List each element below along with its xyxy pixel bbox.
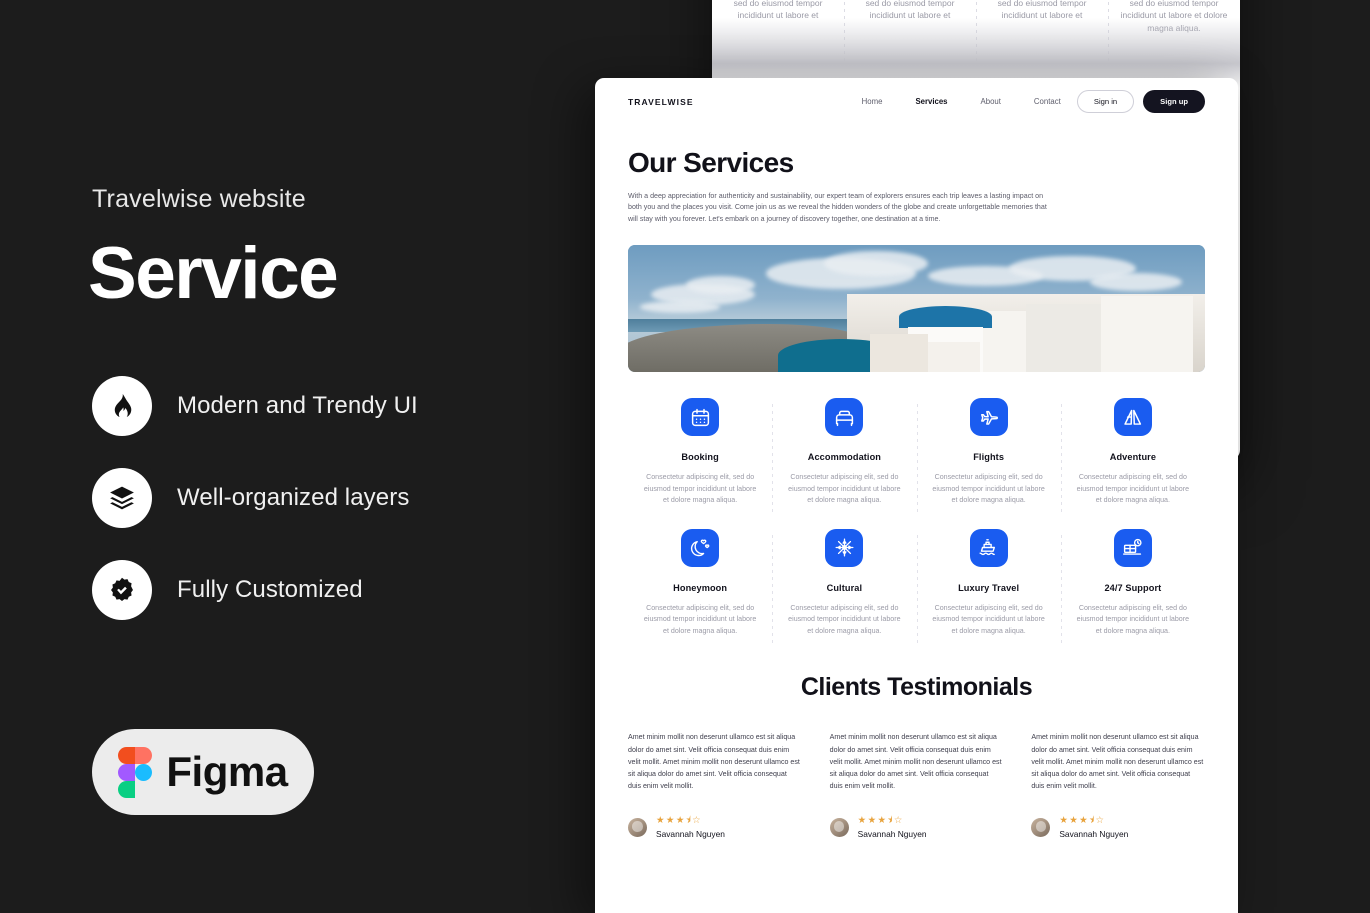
sign-in-button[interactable]: Sign in	[1076, 90, 1135, 113]
testimonial-card: Amet minim mollit non deserunt ullamco e…	[829, 731, 1004, 839]
figma-label: Figma	[166, 748, 288, 795]
testimonial-name: Savannah Nguyen	[1059, 828, 1129, 839]
hero-section: Our Services With a deep appreciation fo…	[595, 125, 1238, 225]
service-card-booking[interactable]: Booking Consectetur adipiscing elit, sed…	[628, 398, 772, 506]
hero-image	[628, 245, 1205, 373]
testimonial-rating: ★★★⯨☆ Savannah Nguyen	[829, 815, 1004, 839]
figma-logo-icon	[118, 747, 153, 798]
testimonials-title: Clients Testimonials	[800, 673, 1033, 702]
nav-item-contact[interactable]: Contact	[1034, 97, 1061, 106]
tent-icon	[1113, 398, 1152, 437]
service-title: Booking	[681, 452, 719, 463]
bed-icon	[825, 398, 864, 437]
nav-item-services[interactable]: Services	[915, 97, 947, 106]
flame-icon	[92, 376, 152, 436]
service-title: 24/7 Support	[1104, 582, 1162, 593]
layers-icon	[92, 468, 152, 528]
service-body: Consectetur adipiscing elit, sed do eius…	[788, 473, 901, 505]
testimonial-rating: ★★★⯨☆ Savannah Nguyen	[1031, 815, 1205, 839]
page-title: Our Services	[628, 147, 794, 178]
service-body: Consectetur adipiscing elit, sed do eius…	[788, 603, 901, 635]
testimonial-body: Amet minim mollit non deserunt ullamco e…	[1031, 733, 1204, 791]
testimonial-body: Amet minim mollit non deserunt ullamco e…	[829, 733, 1002, 791]
testimonial-card: Amet minim mollit non deserunt ullamco e…	[1031, 731, 1205, 839]
service-card-support[interactable]: 24/7 Support Consectetur adipiscing elit…	[1060, 528, 1205, 646]
star-rating: ★★★⯨☆	[1059, 815, 1106, 827]
service-card-honeymoon[interactable]: Honeymoon Consectetur adipiscing elit, s…	[628, 528, 772, 637]
testimonial-body: Amet minim mollit non deserunt ullamco e…	[628, 733, 800, 791]
service-title: Cultural	[826, 582, 863, 593]
moon-hearts-icon	[681, 528, 720, 567]
site-navbar: TRAVELWISE Home Services About Contact S…	[595, 78, 1238, 125]
service-body: Consectetur adipiscing elit, sed do eius…	[932, 473, 1045, 505]
nav-item-about[interactable]: About	[981, 97, 1001, 106]
nav-links: Home Services About Contact	[862, 97, 1061, 106]
feature-item-customized: Fully Customized	[92, 560, 363, 620]
cruise-ship-icon	[969, 528, 1008, 567]
brand-logo[interactable]: TRAVELWISE	[628, 97, 694, 107]
feature-item-layers: Well-organized layers	[92, 468, 409, 528]
service-card-adventure[interactable]: Adventure Consectetur adipiscing elit, s…	[1060, 398, 1205, 516]
support-box-icon	[1113, 528, 1152, 567]
star-rating: ★★★⯨☆	[656, 815, 703, 827]
service-body: Consectetur adipiscing elit, sed do eius…	[643, 473, 757, 505]
figma-badge: Figma	[92, 729, 314, 815]
avatar	[1031, 818, 1051, 838]
avatar	[628, 818, 647, 838]
services-row-1: Booking Consectetur adipiscing elit, sed…	[628, 398, 1205, 516]
testimonial-name: Savannah Nguyen	[857, 828, 927, 839]
airplane-icon	[969, 398, 1008, 437]
promo-title: Service	[88, 233, 339, 314]
nav-item-home[interactable]: Home	[862, 97, 883, 106]
service-title: Accommodation	[807, 452, 882, 463]
service-body: Consectetur adipiscing elit, sed do eius…	[1076, 603, 1190, 635]
promo-panel: Travelwise website Service Modern and Tr…	[0, 0, 595, 913]
testimonial-card: Amet minim mollit non deserunt ullamco e…	[628, 731, 802, 839]
feature-item-modern-ui: Modern and Trendy UI	[92, 376, 418, 436]
service-card-luxury-travel[interactable]: Luxury Travel Consectetur adipiscing eli…	[916, 528, 1061, 646]
services-row-2: Honeymoon Consectetur adipiscing elit, s…	[628, 528, 1205, 646]
service-body: Consectetur adipiscing elit, sed do eius…	[643, 603, 757, 635]
service-card-accommodation[interactable]: Accommodation Consectetur adipiscing eli…	[772, 398, 916, 516]
service-title: Luxury Travel	[958, 582, 1020, 593]
service-title: Honeymoon	[673, 582, 728, 593]
service-title: Adventure	[1109, 452, 1157, 463]
flower-icon	[825, 528, 864, 567]
testimonials-row: Amet minim mollit non deserunt ullamco e…	[595, 731, 1238, 839]
feature-label: Fully Customized	[177, 576, 363, 603]
calendar-icon	[681, 398, 720, 437]
nav-actions: Sign in Sign up	[1076, 90, 1205, 113]
gear-check-icon	[92, 560, 152, 620]
service-body: Consectetur adipiscing elit, sed do eius…	[1076, 473, 1190, 505]
star-rating: ★★★⯨☆	[857, 815, 904, 827]
feature-label: Modern and Trendy UI	[177, 392, 418, 419]
services-grid: Booking Consectetur adipiscing elit, sed…	[595, 372, 1238, 646]
service-card-flights[interactable]: Flights Consectetur adipiscing elit, sed…	[916, 398, 1061, 516]
testimonial-name: Savannah Nguyen	[656, 828, 725, 839]
service-card-cultural[interactable]: Cultural Consectetur adipiscing elit, se…	[772, 528, 916, 646]
hero-description: With a deep appreciation for authenticit…	[628, 192, 1047, 223]
testimonial-rating: ★★★⯨☆ Savannah Nguyen	[628, 815, 802, 839]
feature-label: Well-organized layers	[177, 484, 410, 511]
promo-kicker: Travelwise website	[92, 185, 306, 213]
travelwise-page: TRAVELWISE Home Services About Contact S…	[595, 78, 1238, 913]
service-body: Consectetur adipiscing elit, sed do eius…	[932, 603, 1045, 635]
service-title: Flights	[973, 452, 1005, 463]
sign-up-button[interactable]: Sign up	[1143, 90, 1205, 113]
avatar	[829, 818, 849, 838]
